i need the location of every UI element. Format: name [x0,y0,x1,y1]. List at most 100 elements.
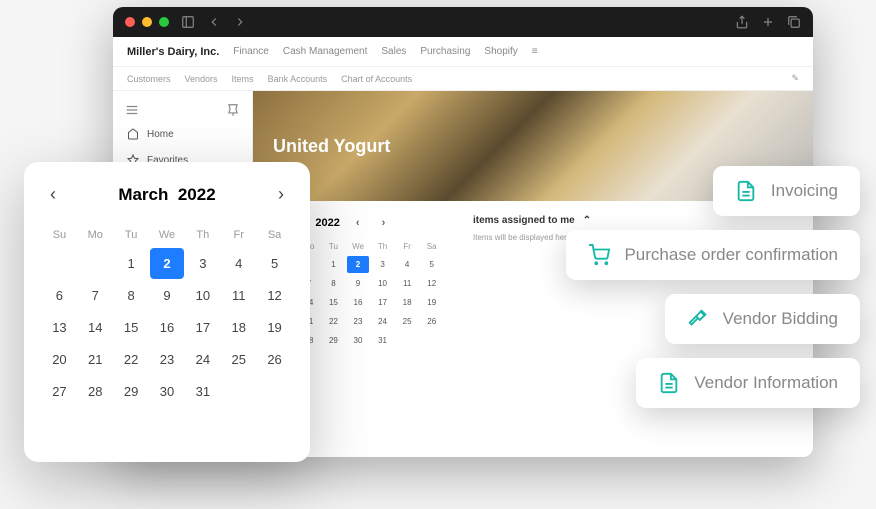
day-cell[interactable]: 1 [114,248,149,279]
nav-more-icon[interactable]: ≡ [532,46,538,57]
day-cell[interactable]: 2 [150,248,185,279]
assigned-title: items assigned to me [473,215,575,226]
add-tab-icon[interactable] [761,15,775,29]
day-cell[interactable]: 19 [257,312,292,343]
day-cell[interactable]: 19 [420,294,443,311]
sidebar-item-home[interactable]: Home [113,121,252,147]
edit-icon[interactable]: ✎ [791,73,799,84]
day-cell[interactable]: 4 [396,256,419,273]
day-cell[interactable]: 31 [185,376,220,407]
close-icon[interactable] [125,17,135,27]
day-cell[interactable]: 9 [347,275,370,292]
day-cell[interactable]: 17 [371,294,394,311]
nav-finance[interactable]: Finance [233,46,269,57]
back-icon[interactable] [207,15,221,29]
day-cell[interactable]: 30 [150,376,185,407]
day-cell[interactable]: 1 [322,256,345,273]
share-icon[interactable] [735,15,749,29]
day-cell[interactable]: 15 [322,294,345,311]
day-cell[interactable]: 30 [347,332,370,349]
day-cell[interactable]: 18 [396,294,419,311]
nav-vendors[interactable]: Vendors [185,74,218,84]
day-cell[interactable]: 17 [185,312,220,343]
nav-purchasing[interactable]: Purchasing [420,46,470,57]
day-cell[interactable]: 2 [347,256,370,273]
day-cell[interactable]: 10 [371,275,394,292]
day-cell [396,332,419,349]
nav-sales[interactable]: Sales [381,46,406,57]
day-header: Sa [420,239,443,254]
day-cell[interactable]: 4 [221,248,256,279]
day-cell[interactable]: 12 [257,280,292,311]
mini-cal-next-icon[interactable]: › [376,215,392,231]
day-cell[interactable]: 11 [221,280,256,311]
nav-items[interactable]: Items [232,74,254,84]
day-cell[interactable]: 28 [78,376,113,407]
primary-nav: Miller's Dairy, Inc. Finance Cash Manage… [113,37,813,67]
day-cell[interactable]: 16 [150,312,185,343]
tabs-icon[interactable] [787,15,801,29]
day-cell[interactable]: 5 [420,256,443,273]
day-cell[interactable]: 16 [347,294,370,311]
cal-prev-icon[interactable]: ‹ [42,180,64,209]
day-cell[interactable]: 27 [42,376,77,407]
chip-invoicing[interactable]: Invoicing [713,166,860,216]
day-cell[interactable]: 6 [42,280,77,311]
day-cell[interactable]: 11 [396,275,419,292]
cart-icon [588,244,610,266]
day-cell[interactable]: 21 [78,344,113,375]
nav-customers[interactable]: Customers [127,74,171,84]
nav-cash[interactable]: Cash Management [283,46,368,57]
action-chips: Invoicing Purchase order confirmation Ve… [566,166,860,408]
day-cell[interactable]: 24 [185,344,220,375]
day-cell [42,248,77,279]
day-cell[interactable]: 25 [221,344,256,375]
day-cell[interactable]: 18 [221,312,256,343]
cal-next-icon[interactable]: › [270,180,292,209]
day-cell[interactable]: 29 [322,332,345,349]
maximize-icon[interactable] [159,17,169,27]
day-cell[interactable]: 5 [257,248,292,279]
day-cell[interactable]: 14 [78,312,113,343]
day-cell[interactable]: 23 [347,313,370,330]
hero-title: United Yogurt [273,136,390,157]
day-header: Th [371,239,394,254]
nav-shopify[interactable]: Shopify [484,46,517,57]
day-cell[interactable]: 8 [114,280,149,311]
day-cell[interactable]: 15 [114,312,149,343]
chip-purchase-order[interactable]: Purchase order confirmation [566,230,860,280]
day-header: Mo [78,223,113,247]
chip-vendor-info[interactable]: Vendor Information [636,358,860,408]
day-cell[interactable]: 20 [42,344,77,375]
day-cell[interactable]: 3 [371,256,394,273]
menu-icon[interactable] [125,103,139,117]
minimize-icon[interactable] [142,17,152,27]
day-cell[interactable]: 9 [150,280,185,311]
day-cell[interactable]: 13 [42,312,77,343]
day-cell[interactable]: 26 [420,313,443,330]
day-cell[interactable]: 22 [322,313,345,330]
day-cell[interactable]: 31 [371,332,394,349]
day-cell[interactable]: 10 [185,280,220,311]
day-cell [221,376,256,407]
nav-coa[interactable]: Chart of Accounts [341,74,412,84]
chip-vendor-bidding[interactable]: Vendor Bidding [665,294,860,344]
day-cell[interactable]: 26 [257,344,292,375]
app-name[interactable]: Miller's Dairy, Inc. [127,46,219,58]
day-cell[interactable]: 24 [371,313,394,330]
pin-icon[interactable] [226,103,240,117]
traffic-lights [125,17,169,27]
forward-icon[interactable] [233,15,247,29]
day-header: Tu [114,223,149,247]
mini-cal-prev-icon[interactable]: ‹ [350,215,366,231]
day-cell[interactable]: 7 [78,280,113,311]
day-cell[interactable]: 23 [150,344,185,375]
day-cell[interactable]: 8 [322,275,345,292]
day-cell[interactable]: 12 [420,275,443,292]
day-cell[interactable]: 25 [396,313,419,330]
sidebar-toggle-icon[interactable] [181,15,195,29]
day-cell[interactable]: 29 [114,376,149,407]
nav-bank[interactable]: Bank Accounts [268,74,328,84]
day-cell[interactable]: 3 [185,248,220,279]
day-cell[interactable]: 22 [114,344,149,375]
